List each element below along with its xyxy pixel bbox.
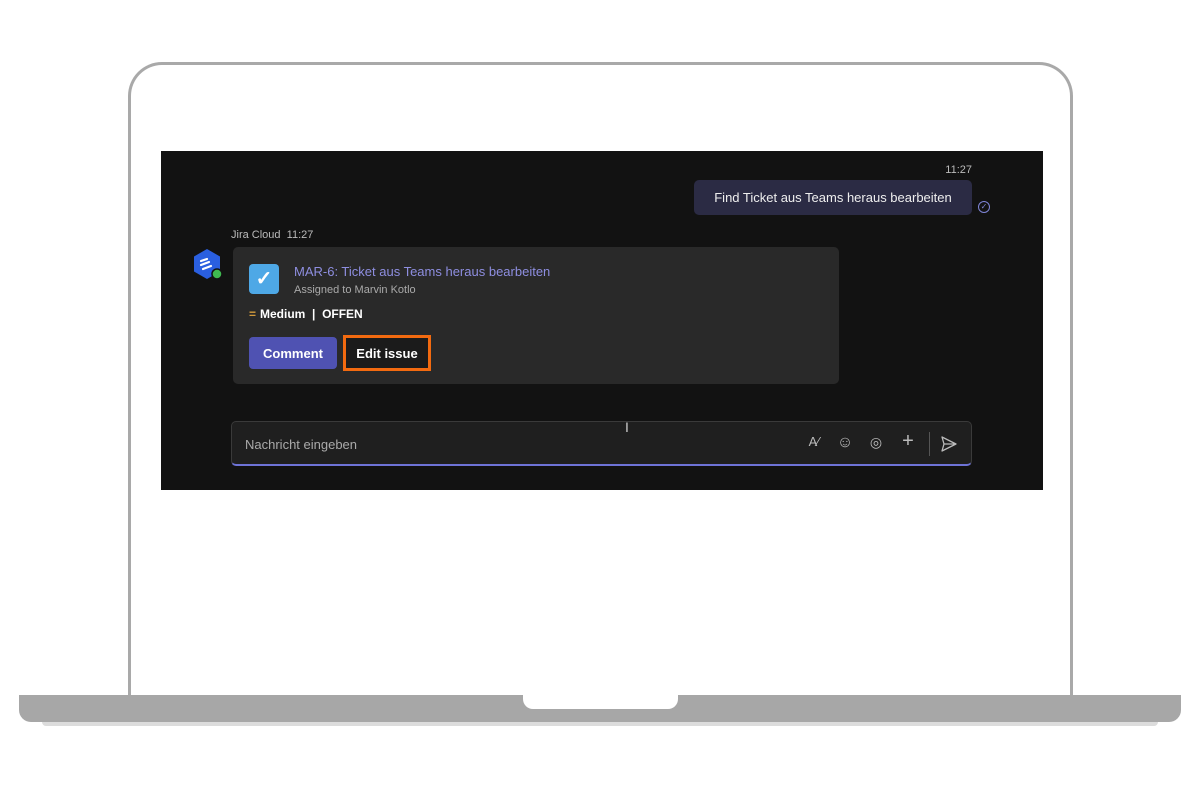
comment-button[interactable]: Comment xyxy=(249,337,337,369)
laptop-notch xyxy=(523,695,678,709)
priority-medium-icon: = xyxy=(249,307,257,321)
plus-icon[interactable]: + xyxy=(898,430,918,453)
teams-chat-screen: 11:27 Find Ticket aus Teams heraus bearb… xyxy=(161,151,1043,490)
issue-status: OFFEN xyxy=(322,307,363,321)
emoji-icon[interactable]: ☺ xyxy=(835,434,855,452)
task-checkbox-icon: ✓ xyxy=(249,264,279,294)
outgoing-time: 11:27 xyxy=(945,164,972,176)
meta-separator: | xyxy=(312,307,316,321)
text-cursor-icon: I xyxy=(625,419,629,435)
compose-divider xyxy=(929,432,930,456)
issue-priority: Medium xyxy=(260,307,306,321)
sender-name: Jira Cloud xyxy=(231,229,281,241)
loop-icon[interactable]: ◎ xyxy=(866,434,886,451)
format-icon[interactable]: A⁄ xyxy=(804,434,824,449)
jira-avatar-icon xyxy=(194,249,223,280)
message-compose-box[interactable]: Nachricht eingeben A⁄ ☺ ◎ + xyxy=(231,421,972,466)
outgoing-message: Find Ticket aus Teams heraus bearbeiten xyxy=(694,180,972,215)
issue-meta: = Medium | OFFEN xyxy=(249,307,363,321)
message-input[interactable]: Nachricht eingeben xyxy=(245,437,357,452)
message-header: Jira Cloud 11:27 xyxy=(231,229,313,241)
laptop-shadow xyxy=(42,722,1158,726)
jira-issue-card: ✓ MAR-6: Ticket aus Teams heraus bearbei… xyxy=(233,247,839,384)
issue-assignee: Assigned to Marvin Kotlo xyxy=(294,284,416,296)
read-receipt-icon: ✓ xyxy=(978,201,990,213)
message-time: 11:27 xyxy=(286,229,314,241)
send-icon[interactable] xyxy=(940,435,958,453)
edit-issue-button[interactable]: Edit issue xyxy=(343,335,431,371)
issue-title-link[interactable]: MAR-6: Ticket aus Teams heraus bearbeite… xyxy=(294,264,550,279)
